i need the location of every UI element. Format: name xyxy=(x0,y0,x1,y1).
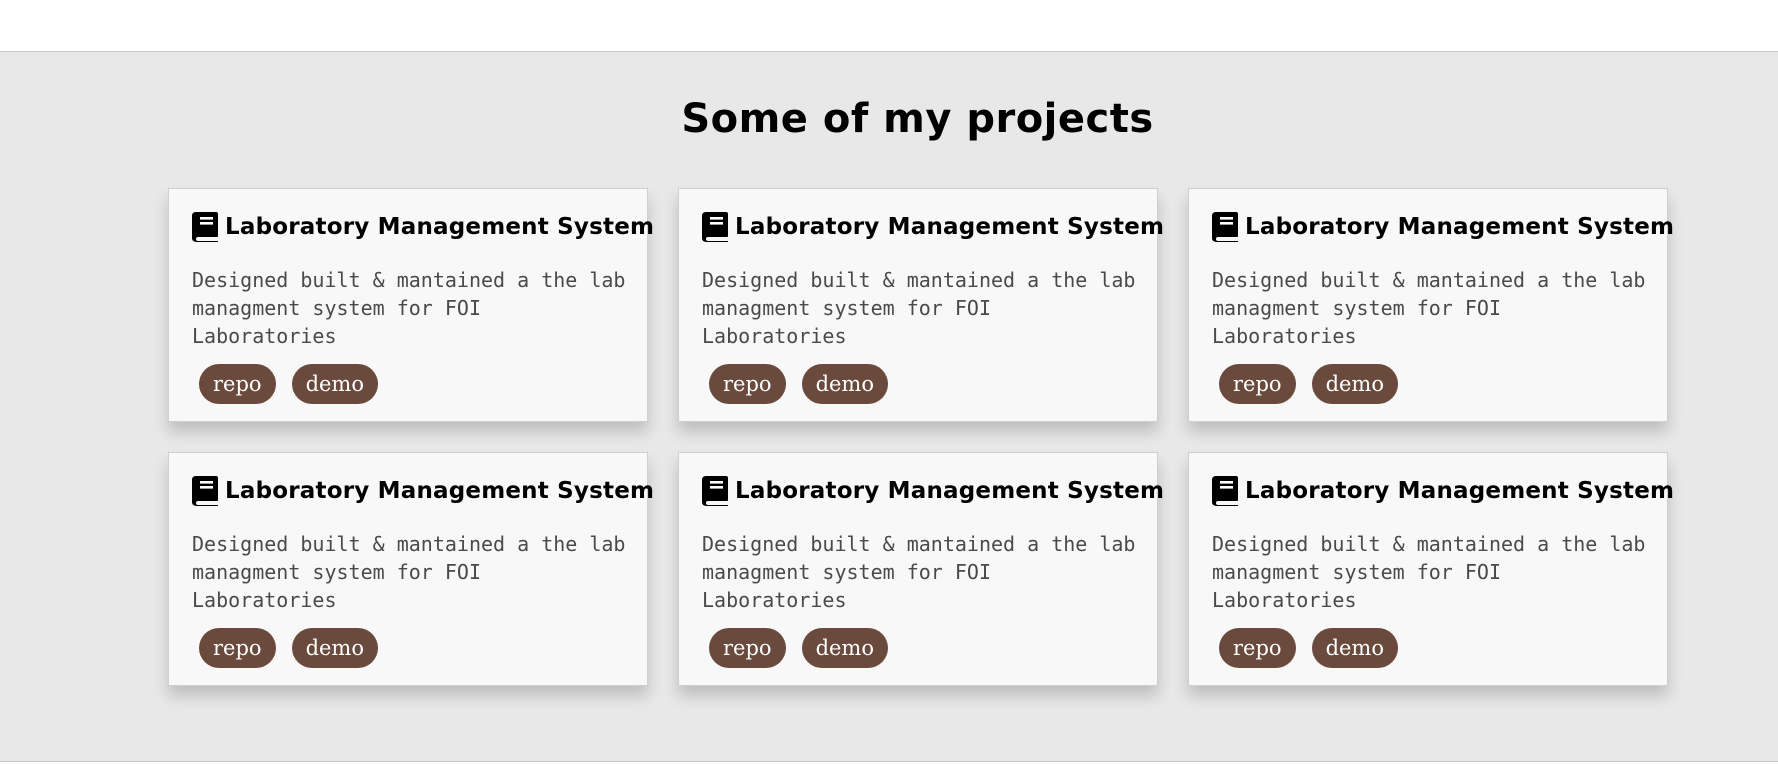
project-links: repo demo xyxy=(709,364,904,404)
project-title: Laboratory Management System xyxy=(735,214,1165,240)
demo-button[interactable]: demo xyxy=(801,628,888,668)
project-card: Laboratory Management System Designed bu… xyxy=(168,452,654,686)
project-card-header: Laboratory Management System xyxy=(1212,476,1674,506)
project-description: Designed built & mantained a the lab man… xyxy=(702,268,1136,348)
project-description: Designed built & mantained a the lab man… xyxy=(1212,268,1646,348)
project-card: Laboratory Management System Designed bu… xyxy=(678,452,1164,686)
demo-button[interactable]: demo xyxy=(291,364,378,404)
repo-button[interactable]: repo xyxy=(709,364,786,404)
demo-button[interactable]: demo xyxy=(291,628,378,668)
demo-button[interactable]: demo xyxy=(1311,364,1398,404)
project-card: Laboratory Management System Designed bu… xyxy=(168,188,654,422)
book-icon xyxy=(702,212,728,242)
project-links: repo demo xyxy=(199,364,394,404)
repo-button[interactable]: repo xyxy=(1219,628,1296,668)
repo-button[interactable]: repo xyxy=(709,628,786,668)
book-icon xyxy=(702,476,728,506)
demo-button[interactable]: demo xyxy=(801,364,888,404)
project-title: Laboratory Management System xyxy=(225,478,655,504)
project-title: Laboratory Management System xyxy=(1245,214,1675,240)
project-card: Laboratory Management System Designed bu… xyxy=(1188,188,1674,422)
project-card: Laboratory Management System Designed bu… xyxy=(678,188,1164,422)
project-title: Laboratory Management System xyxy=(1245,478,1675,504)
repo-button[interactable]: repo xyxy=(1219,364,1296,404)
project-links: repo demo xyxy=(199,628,394,668)
project-title: Laboratory Management System xyxy=(735,478,1165,504)
book-icon xyxy=(1212,212,1238,242)
project-card: Laboratory Management System Designed bu… xyxy=(1188,452,1674,686)
projects-section: Some of my projects Laboratory Managemen… xyxy=(0,52,1778,762)
top-header-strip xyxy=(0,0,1778,52)
project-card-header: Laboratory Management System xyxy=(702,476,1164,506)
book-icon xyxy=(1212,476,1238,506)
project-links: repo demo xyxy=(1219,628,1414,668)
repo-button[interactable]: repo xyxy=(199,364,276,404)
project-description: Designed built & mantained a the lab man… xyxy=(702,532,1136,612)
project-card-header: Laboratory Management System xyxy=(192,476,654,506)
project-description: Designed built & mantained a the lab man… xyxy=(192,268,626,348)
project-card-header: Laboratory Management System xyxy=(1212,212,1674,242)
project-title: Laboratory Management System xyxy=(225,214,655,240)
project-description: Designed built & mantained a the lab man… xyxy=(192,532,626,612)
book-icon xyxy=(192,476,218,506)
project-links: repo demo xyxy=(1219,364,1414,404)
section-title: Some of my projects xyxy=(681,96,1154,142)
book-icon xyxy=(192,212,218,242)
repo-button[interactable]: repo xyxy=(199,628,276,668)
project-card-header: Laboratory Management System xyxy=(702,212,1164,242)
project-links: repo demo xyxy=(709,628,904,668)
demo-button[interactable]: demo xyxy=(1311,628,1398,668)
project-description: Designed built & mantained a the lab man… xyxy=(1212,532,1646,612)
project-card-header: Laboratory Management System xyxy=(192,212,654,242)
